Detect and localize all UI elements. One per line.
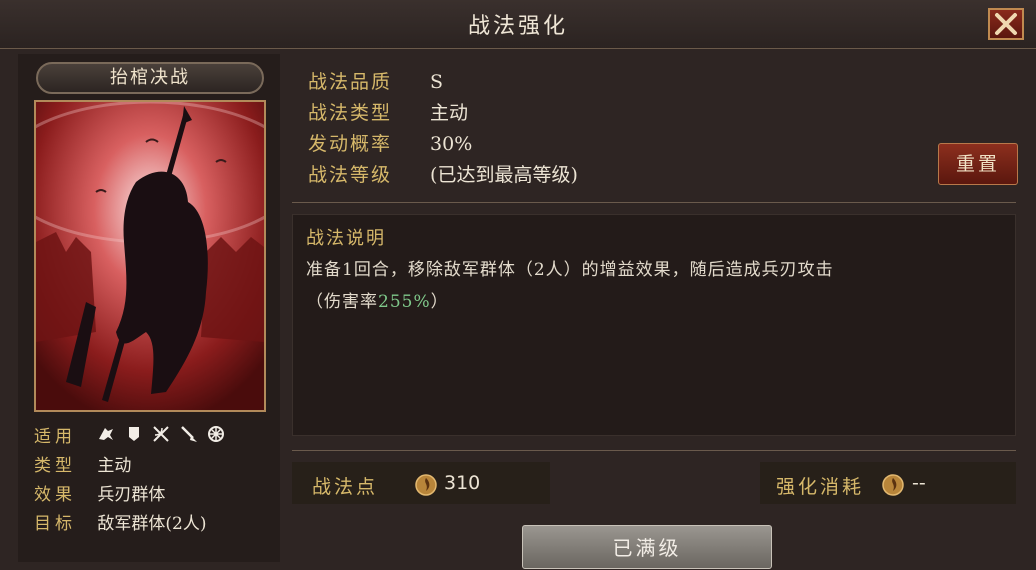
description-line-2-prefix: （伤害率: [306, 292, 378, 312]
spear-icon: [180, 425, 198, 450]
divider: [292, 202, 1016, 203]
info-label: 战法等级: [308, 164, 393, 186]
description-line-2-suffix: ）: [430, 292, 449, 312]
cavalry-icon: [97, 425, 115, 450]
attr-value: 敌军群体(2人): [97, 514, 207, 534]
shield-icon: [125, 425, 143, 450]
description-line-1: 准备1回合，移除敌军群体（2人）的增益效果，随后造成兵刃攻击: [306, 260, 834, 280]
info-value: 30%: [430, 133, 473, 155]
wheel-icon: [207, 425, 225, 450]
attr-row-applicable: 适用: [34, 425, 229, 449]
page-title: 战法强化: [467, 14, 568, 39]
description-title: 战法说明: [306, 228, 386, 249]
info-trigger-rate: 发动概率 30%: [308, 130, 472, 158]
skill-points-value: 310: [444, 472, 481, 494]
info-quality: 战法品质 S: [308, 68, 443, 96]
warrior-illustration: [36, 102, 264, 410]
attr-value: 兵刃群体: [97, 485, 166, 505]
description-box: [292, 214, 1016, 436]
skill-card-art: [34, 100, 266, 412]
attr-label: 效果: [34, 485, 76, 505]
info-type: 战法类型 主动: [308, 99, 468, 127]
description-line-2: （伤害率255%）: [306, 286, 1006, 318]
divider: [292, 450, 1016, 451]
skill-name: 抬棺决战: [36, 62, 264, 94]
info-label: 战法类型: [308, 102, 393, 124]
reset-button[interactable]: 重置: [938, 143, 1018, 185]
attr-label: 类型: [34, 456, 76, 476]
upgrade-cost-value: --: [912, 472, 926, 494]
max-level-button[interactable]: 已满级: [522, 525, 772, 569]
attr-row-target: 目标 敌军群体(2人): [34, 512, 207, 536]
attr-row-type: 类型 主动: [34, 454, 131, 478]
info-level: 战法等级 (已达到最高等级): [308, 161, 578, 189]
skill-point-icon: [882, 474, 904, 496]
info-label: 战法品质: [308, 71, 393, 93]
attr-row-effect: 效果 兵刃群体: [34, 483, 165, 507]
attr-label: 目标: [34, 514, 76, 534]
info-value: (已达到最高等级): [430, 164, 578, 186]
upgrade-cost-label: 强化消耗: [776, 476, 865, 498]
attr-value: 主动: [97, 456, 132, 476]
skill-point-icon: [415, 474, 437, 496]
info-value: S: [430, 71, 444, 93]
damage-rate-value: 255%: [378, 292, 431, 312]
skill-points-label: 战法点: [312, 476, 379, 498]
close-icon: [995, 13, 1017, 35]
attr-label: 适用: [34, 427, 76, 447]
description-text: 准备1回合，移除敌军群体（2人）的增益效果，随后造成兵刃攻击 （伤害率255%）: [306, 254, 1006, 318]
bow-icon: [152, 425, 170, 450]
close-button[interactable]: [988, 8, 1024, 40]
info-label: 发动概率: [308, 133, 393, 155]
info-value: 主动: [430, 102, 469, 124]
